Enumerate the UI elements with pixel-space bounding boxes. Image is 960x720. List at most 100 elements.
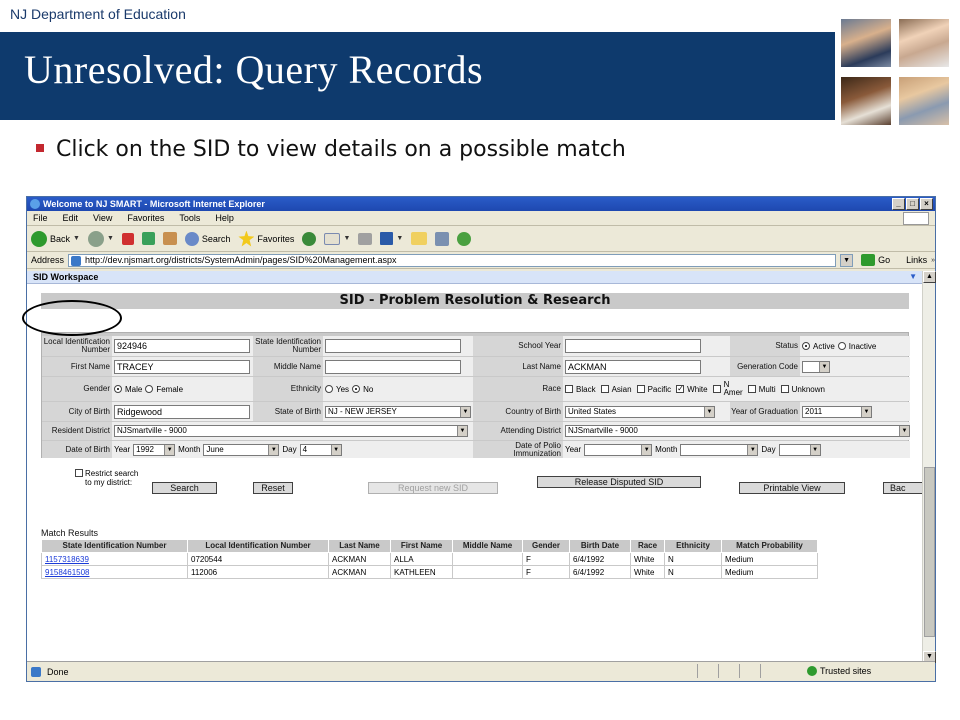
favorites-star-icon [238, 230, 255, 247]
slide-title: Unresolved: Query Records [24, 47, 484, 92]
last-name-field[interactable]: ACKMAN [565, 359, 701, 374]
dob-month-select[interactable]: June ▼ [203, 443, 280, 456]
sid-link[interactable]: 9158461508 [41, 565, 188, 579]
ethnicity-yes-radio[interactable]: Yes [325, 385, 349, 394]
state-id-field[interactable] [325, 339, 461, 353]
attending-district-select[interactable]: NJSmartville - 9000 ▼ [565, 425, 910, 437]
race-n-amer-checkbox[interactable]: N Amer [712, 381, 743, 397]
race-unknown-label: Unknown [791, 384, 825, 394]
edit-button[interactable]: ▼ [380, 232, 403, 245]
messenger-icon[interactable] [457, 231, 472, 246]
gender-male-radio[interactable]: Male [114, 385, 142, 394]
race-asian-checkbox[interactable]: Asian [600, 385, 632, 394]
request-new-sid-button[interactable]: Request new SID [368, 482, 498, 494]
first-name-field[interactable]: TRACEY [114, 359, 250, 374]
status-bar: Done Trusted sites [27, 661, 935, 681]
local-id-field[interactable]: 924946 [114, 339, 250, 353]
favorites-button[interactable]: Favorites [238, 230, 294, 247]
edit-dropdown-icon: ▼ [396, 235, 404, 242]
sid-link[interactable]: 1157318639 [41, 552, 188, 566]
vertical-scrollbar[interactable]: ▲ ▼ [922, 271, 936, 663]
standard-toolbar: Back ▼ ▼ Search Favorites ▼ ▼ [27, 226, 935, 252]
polio-year-select[interactable]: ▼ [584, 443, 653, 456]
address-dropdown-icon[interactable]: ▼ [840, 253, 854, 267]
minimize-button[interactable]: _ [892, 198, 905, 210]
links-chevron-icon[interactable]: » [931, 257, 935, 264]
refresh-icon[interactable] [141, 232, 155, 245]
forward-dropdown-icon[interactable]: ▼ [107, 235, 114, 242]
print-icon[interactable] [358, 232, 373, 245]
race-pacific-checkbox[interactable]: Pacific [636, 385, 671, 394]
col-middle-name: Middle Name [452, 539, 523, 553]
release-disputed-sid-button[interactable]: Release Disputed SID [537, 476, 701, 488]
radio-selected-icon [802, 342, 810, 350]
collapse-arrow-icon[interactable]: ▼ [909, 271, 917, 283]
restrict-search-label: Restrict search to my district: [85, 469, 139, 487]
dob-day-select[interactable]: 4 ▼ [299, 443, 342, 456]
table-cell: 6/4/1992 [569, 552, 631, 566]
menu-edit[interactable]: Edit [63, 213, 79, 223]
date-of-birth-label: Date of Birth [42, 441, 112, 458]
stop-icon[interactable] [121, 232, 134, 245]
race-unknown-checkbox[interactable]: Unknown [780, 384, 825, 394]
mail-dropdown-icon: ▼ [343, 235, 351, 242]
table-cell: 0720544 [187, 552, 329, 566]
maximize-button[interactable]: □ [906, 198, 919, 210]
state-of-birth-select[interactable]: NJ - NEW JERSEY ▼ [325, 405, 471, 418]
research-icon[interactable] [435, 231, 450, 246]
status-inactive-label: Inactive [848, 341, 877, 351]
generation-select[interactable]: ▼ [802, 360, 830, 373]
dob-year-select[interactable]: 1992 ▼ [133, 443, 176, 456]
workspace-title: SID Workspace [33, 272, 99, 282]
status-inactive-radio[interactable]: Inactive [837, 341, 877, 351]
back-button[interactable]: Back ▼ [31, 230, 80, 247]
reset-button[interactable]: Reset [253, 482, 293, 494]
scroll-up-icon[interactable]: ▲ [923, 271, 936, 283]
graduation-year-select[interactable]: 2011 ▼ [802, 405, 872, 418]
window-titlebar: Welcome to NJ SMART - Microsoft Internet… [27, 197, 935, 211]
mail-button[interactable]: ▼ [324, 232, 351, 245]
address-input[interactable]: http://dev.njsmart.org/districts/SystemA… [68, 253, 837, 267]
checkbox-icon [636, 385, 645, 393]
country-of-birth-select[interactable]: United States ▼ [565, 405, 715, 418]
window-title: Welcome to NJ SMART - Microsoft Internet… [43, 199, 265, 209]
media-icon[interactable] [302, 231, 317, 246]
city-of-birth-label: City of Birth [42, 402, 112, 421]
race-white-checkbox[interactable]: ✓ White [676, 385, 708, 394]
polio-month-select[interactable]: ▼ [680, 443, 759, 456]
back-dropdown-icon[interactable]: ▼ [73, 235, 80, 242]
ethnicity-no-radio[interactable]: No [352, 385, 373, 394]
photo-woman [898, 18, 950, 68]
back-button[interactable]: Bac [883, 482, 923, 494]
menu-favorites[interactable]: Favorites [127, 213, 164, 223]
race-black-checkbox[interactable]: Black [565, 385, 596, 394]
dob-month-label: Month [178, 445, 201, 454]
forward-button[interactable]: ▼ [87, 230, 114, 247]
menu-view[interactable]: View [93, 213, 112, 223]
search-button[interactable]: Search [184, 231, 230, 246]
links-button[interactable]: Links [906, 255, 927, 265]
city-of-birth-field[interactable]: Ridgewood [114, 404, 250, 419]
table-cell: 6/4/1992 [569, 565, 631, 579]
folder-icon[interactable] [411, 232, 428, 245]
state-of-birth-label: State of Birth [253, 402, 323, 421]
gender-female-radio[interactable]: Female [145, 385, 183, 394]
country-of-birth-label: Country of Birth [473, 402, 563, 421]
status-active-radio[interactable]: Active [802, 342, 835, 351]
home-icon[interactable] [162, 232, 177, 245]
security-zone-label: Trusted sites [820, 666, 872, 676]
menu-help[interactable]: Help [215, 213, 234, 223]
search-button[interactable]: Search [152, 482, 217, 494]
close-button[interactable]: × [920, 198, 933, 210]
resident-district-select[interactable]: NJSmartville - 9000 ▼ [114, 425, 468, 437]
polio-day-select[interactable]: ▼ [778, 443, 821, 456]
scroll-thumb[interactable] [924, 467, 935, 637]
printable-view-button[interactable]: Printable View [739, 482, 845, 494]
go-button[interactable]: Go [861, 254, 890, 266]
race-multi-checkbox[interactable]: Multi [747, 385, 776, 394]
menu-file[interactable]: File [33, 213, 48, 223]
school-year-field[interactable] [565, 339, 701, 353]
middle-name-field[interactable] [325, 359, 461, 374]
menu-tools[interactable]: Tools [179, 213, 200, 223]
table-cell [452, 552, 523, 566]
